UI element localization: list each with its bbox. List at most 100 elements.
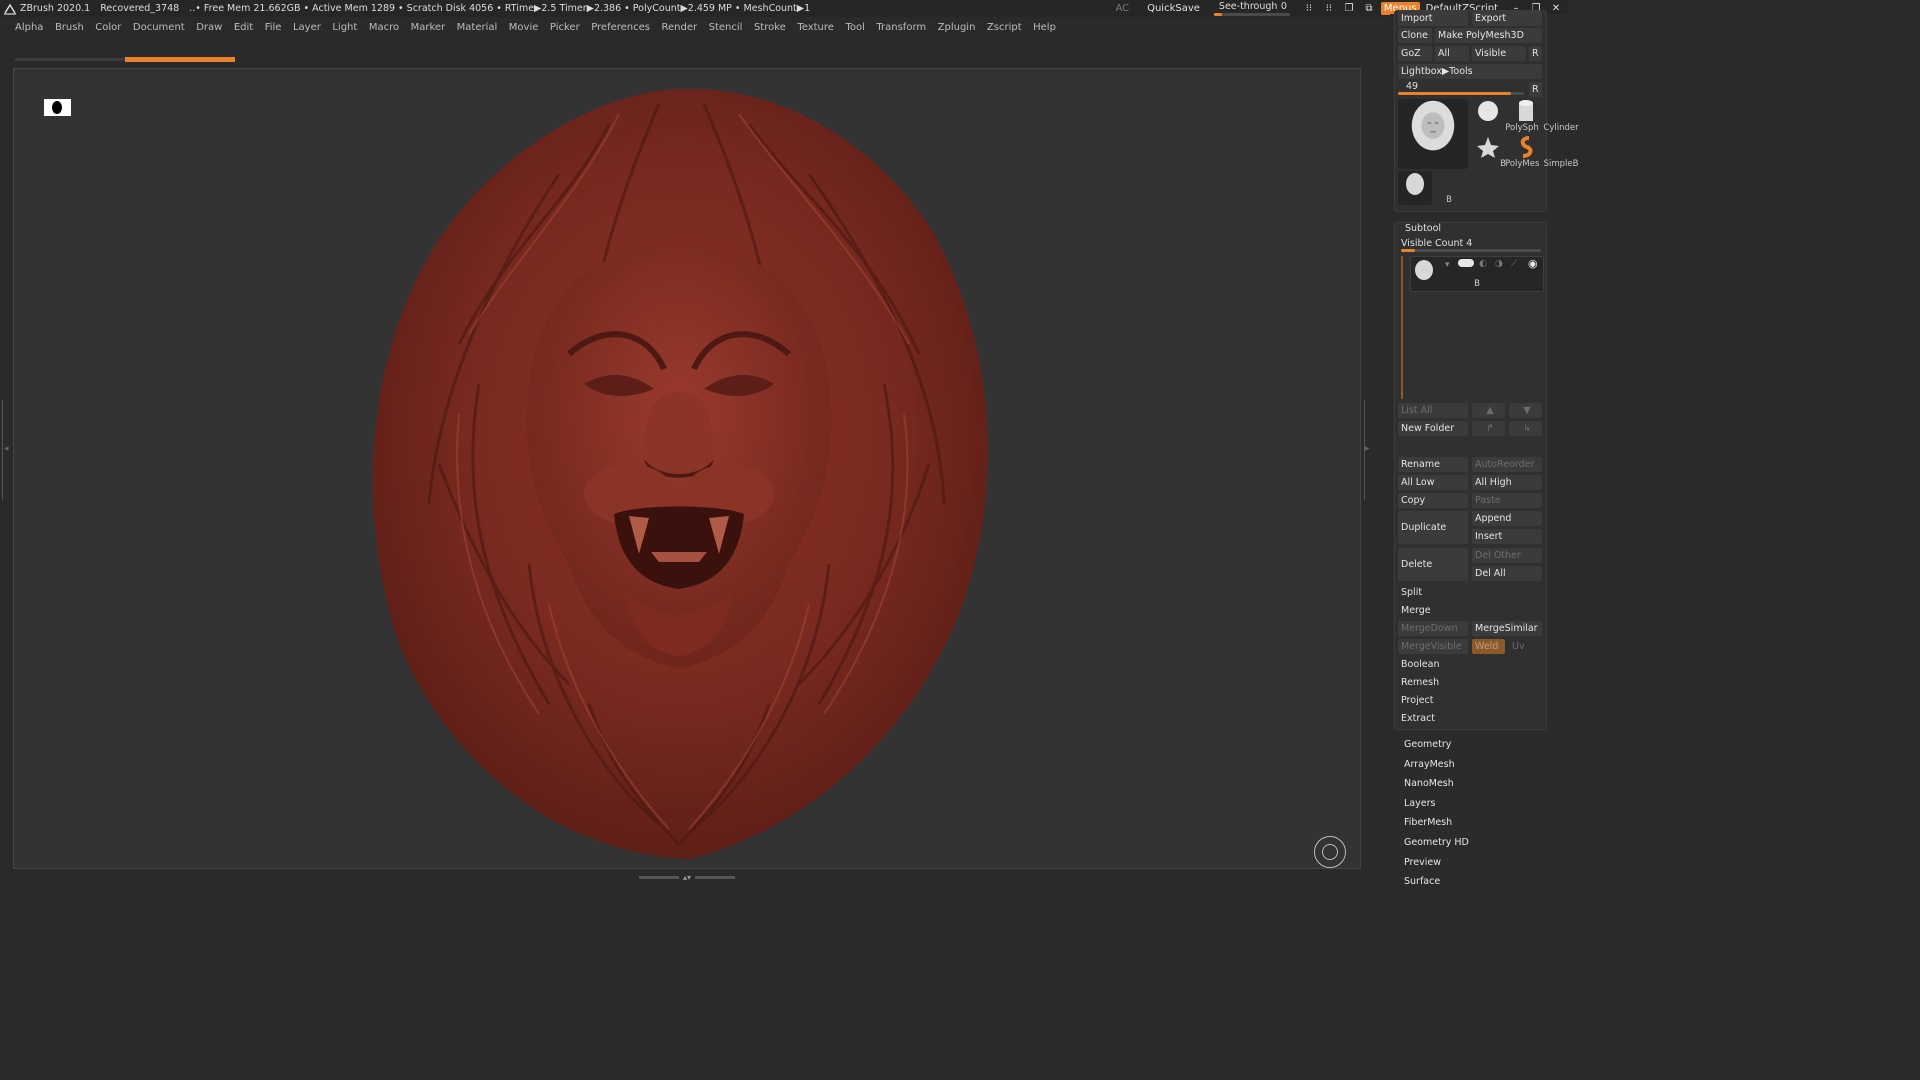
subtool-list-scrollbar[interactable]: [1401, 256, 1403, 399]
tool-r-button[interactable]: R: [1529, 82, 1542, 97]
menu-stroke[interactable]: Stroke: [754, 22, 786, 33]
menu-stencil[interactable]: Stencil: [709, 22, 743, 33]
subtool-title[interactable]: Subtool: [1405, 223, 1441, 234]
submenu-preview[interactable]: Preview: [1404, 857, 1441, 868]
append-button[interactable]: Append: [1472, 511, 1542, 526]
menu-render[interactable]: Render: [662, 22, 698, 33]
project-menu[interactable]: Project: [1398, 693, 1542, 708]
document-canvas[interactable]: [13, 68, 1361, 869]
move-down-icon[interactable]: ▼: [1509, 403, 1542, 418]
make-polymesh3d-button[interactable]: Make PolyMesh3D: [1435, 28, 1542, 43]
quicksave-button[interactable]: QuickSave: [1147, 3, 1200, 14]
subtool-item[interactable]: ▾ ◐ ◑ ⟋ ◉ B: [1410, 256, 1544, 292]
menu-alpha[interactable]: Alpha: [15, 22, 43, 33]
submenu-fibermesh[interactable]: FiberMesh: [1404, 817, 1452, 828]
submenu-nanomesh[interactable]: NanoMesh: [1404, 778, 1454, 789]
submenu-surface[interactable]: Surface: [1404, 876, 1440, 887]
menu-texture[interactable]: Texture: [797, 22, 834, 33]
submenu-layers[interactable]: Layers: [1404, 798, 1435, 809]
menu-layer[interactable]: Layer: [293, 22, 321, 33]
autoreorder-button[interactable]: AutoReorder: [1472, 457, 1542, 472]
menu-preferences[interactable]: Preferences: [591, 22, 650, 33]
submenu-geometry[interactable]: Geometry: [1404, 739, 1451, 750]
windows-icon[interactable]: ❐: [1341, 2, 1357, 16]
subtool-toggle-icon[interactable]: [1458, 259, 1474, 267]
uv-toggle[interactable]: Uv: [1509, 639, 1542, 654]
menu-material[interactable]: Material: [457, 22, 498, 33]
goz-button[interactable]: GoZ: [1398, 46, 1432, 61]
tool-thumbnail-simplebrush[interactable]: SimpleB: [1509, 135, 1578, 169]
menu-file[interactable]: File: [265, 22, 282, 33]
subtool-polypaint-icon[interactable]: ◐: [1479, 259, 1487, 269]
menu-help[interactable]: Help: [1033, 22, 1056, 33]
weld-toggle[interactable]: Weld: [1472, 639, 1505, 654]
mergevisible-button[interactable]: MergeVisible: [1398, 639, 1468, 654]
goz-visible-button[interactable]: Visible: [1472, 46, 1526, 61]
goz-all-button[interactable]: All: [1435, 46, 1469, 61]
boolean-menu[interactable]: Boolean: [1398, 657, 1542, 672]
tool-thumbnail-polysphere[interactable]: PolySph: [1471, 99, 1539, 133]
all-low-button[interactable]: All Low: [1398, 475, 1468, 490]
menu-macro[interactable]: Macro: [369, 22, 399, 33]
del-other-button[interactable]: Del Other: [1472, 548, 1542, 563]
right-tray-handle[interactable]: ▸: [1364, 400, 1370, 500]
all-high-button[interactable]: All High: [1472, 475, 1542, 490]
tool-thumbnail-lion[interactable]: B: [1398, 99, 1506, 169]
subtool-dynamesh-icon[interactable]: ◑: [1495, 259, 1503, 269]
visible-count-track[interactable]: [1401, 249, 1541, 252]
lion-head-sculpt[interactable]: [359, 84, 999, 864]
duplicate-button[interactable]: Duplicate: [1398, 511, 1468, 544]
remesh-menu[interactable]: Remesh: [1398, 675, 1542, 690]
copy-button[interactable]: Copy: [1398, 493, 1468, 508]
tool-thumbnail-cylinder[interactable]: Cylinder: [1509, 99, 1579, 133]
export-button[interactable]: Export: [1472, 11, 1542, 26]
perspective-frame-icon[interactable]: [44, 99, 71, 116]
menu-brush[interactable]: Brush: [55, 22, 84, 33]
goz-r-button[interactable]: R: [1529, 46, 1542, 61]
lightbox-tools-button[interactable]: Lightbox▶Tools: [1398, 64, 1542, 79]
tool-thumbnail-small-lion[interactable]: B: [1398, 171, 1452, 205]
delete-button[interactable]: Delete: [1398, 548, 1468, 581]
mergedown-button[interactable]: MergeDown: [1398, 621, 1468, 636]
menu-color[interactable]: Color: [95, 22, 121, 33]
menu-zplugin[interactable]: Zplugin: [938, 22, 976, 33]
merge-menu[interactable]: Merge: [1398, 603, 1542, 618]
split-menu[interactable]: Split: [1398, 585, 1542, 600]
new-folder-button[interactable]: New Folder: [1398, 421, 1468, 436]
bottom-tray-handle[interactable]: ▴▾: [634, 873, 740, 882]
folder-down-icon[interactable]: ↳: [1509, 421, 1542, 436]
rename-button[interactable]: Rename: [1398, 457, 1468, 472]
menu-draw[interactable]: Draw: [196, 22, 222, 33]
left-tray-handle[interactable]: ◂: [2, 400, 9, 500]
tool-thumbnail-polymesh[interactable]: PolyMes: [1471, 135, 1539, 169]
menu-edit[interactable]: Edit: [234, 22, 253, 33]
import-button[interactable]: Import: [1398, 11, 1468, 26]
list-all-button[interactable]: List All: [1398, 403, 1468, 418]
menu-zscript[interactable]: Zscript: [987, 22, 1022, 33]
see-through-slider[interactable]: See-through 0: [1213, 1, 1290, 16]
insert-button[interactable]: Insert: [1472, 529, 1542, 544]
paste-button[interactable]: Paste: [1472, 493, 1542, 508]
restore-icon[interactable]: ⧉: [1361, 2, 1377, 16]
submenu-arraymesh[interactable]: ArrayMesh: [1404, 759, 1455, 770]
del-all-button[interactable]: Del All: [1472, 566, 1542, 581]
layout-alt-icon[interactable]: ⁝⁝: [1321, 2, 1337, 16]
menu-transform[interactable]: Transform: [876, 22, 926, 33]
subtool-eye-icon[interactable]: ◉: [1528, 257, 1538, 270]
subtool-arrow-icon[interactable]: ▾: [1445, 260, 1450, 270]
menu-light[interactable]: Light: [332, 22, 357, 33]
extract-menu[interactable]: Extract: [1398, 711, 1542, 726]
folder-up-icon[interactable]: ↱: [1472, 421, 1505, 436]
navigation-gizmo[interactable]: [1314, 836, 1346, 868]
ac-indicator[interactable]: AC: [1115, 3, 1129, 14]
menu-document[interactable]: Document: [133, 22, 185, 33]
clone-button[interactable]: Clone: [1398, 28, 1432, 43]
menu-movie[interactable]: Movie: [509, 22, 539, 33]
menu-marker[interactable]: Marker: [411, 22, 446, 33]
menu-picker[interactable]: Picker: [550, 22, 580, 33]
subtool-brush-icon[interactable]: ⟋: [1511, 259, 1517, 269]
menu-tool[interactable]: Tool: [845, 22, 864, 33]
mergesimilar-button[interactable]: MergeSimilar: [1472, 621, 1542, 636]
submenu-geometry-hd[interactable]: Geometry HD: [1404, 837, 1469, 848]
move-up-icon[interactable]: ▲: [1472, 403, 1505, 418]
